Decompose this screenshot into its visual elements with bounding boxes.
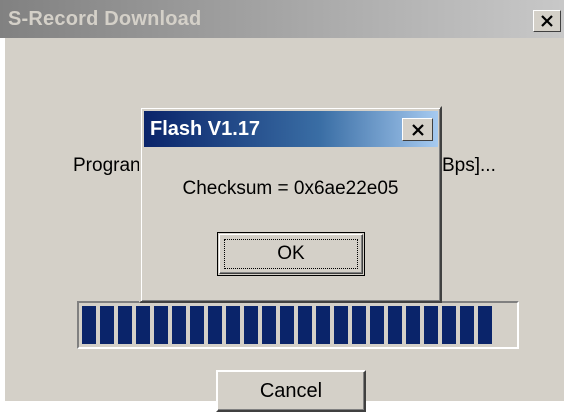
progress-block	[442, 306, 456, 344]
progress-block	[118, 306, 132, 344]
progress-block	[424, 306, 438, 344]
progress-block	[154, 306, 168, 344]
status-text-left: Progran	[73, 155, 141, 176]
progress-block	[406, 306, 420, 344]
checksum-message: Checksum = 0x6ae22e05	[182, 178, 399, 199]
progress-block	[262, 306, 276, 344]
progress-block	[388, 306, 402, 344]
progress-block	[208, 306, 222, 344]
progress-block	[298, 306, 312, 344]
ok-button[interactable]: OK	[217, 232, 365, 276]
cancel-button-label: Cancel	[259, 379, 323, 402]
cancel-button[interactable]: Cancel	[216, 370, 366, 412]
dialog-close-button[interactable]	[402, 118, 433, 141]
progress-block	[280, 306, 294, 344]
outer-window-titlebar[interactable]: S-Record Download	[0, 0, 564, 38]
progress-block	[478, 306, 492, 344]
progress-block	[316, 306, 330, 344]
progress-block	[136, 306, 150, 344]
progress-block	[190, 306, 204, 344]
progress-block	[100, 306, 114, 344]
outer-window-title: S-Record Download	[8, 8, 202, 30]
progress-block	[352, 306, 366, 344]
status-text-right: Bps]...	[442, 155, 496, 176]
progress-block	[334, 306, 348, 344]
progress-block	[460, 306, 474, 344]
progress-block	[82, 306, 96, 344]
progress-block	[226, 306, 240, 344]
progress-block	[244, 306, 258, 344]
flash-dialog: Flash V1.17 Checksum = 0x6ae22e05 OK	[139, 106, 442, 303]
ok-button-label: OK	[277, 243, 305, 264]
progress-fill	[82, 306, 492, 344]
dialog-titlebar[interactable]: Flash V1.17	[144, 111, 438, 147]
progress-block	[370, 306, 384, 344]
close-icon	[411, 123, 424, 136]
outer-window-close-button[interactable]	[533, 10, 561, 32]
close-icon	[541, 15, 553, 27]
progress-bar	[77, 301, 519, 349]
dialog-title: Flash V1.17	[150, 118, 261, 140]
progress-block	[172, 306, 186, 344]
